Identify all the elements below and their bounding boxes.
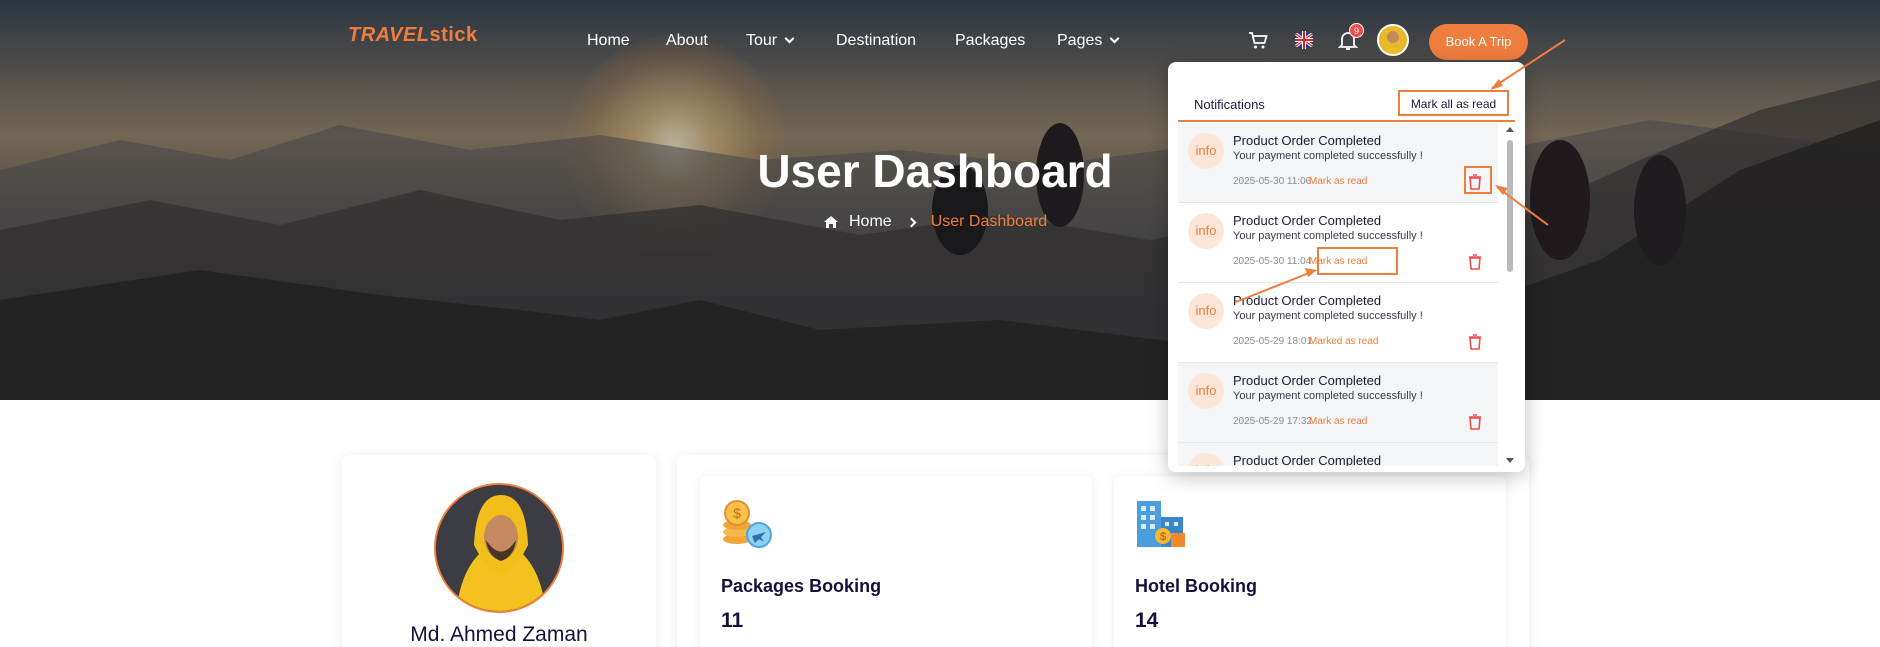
notifications-header: Notifications Mark all as read [1168, 88, 1525, 118]
notifications-scrollbar[interactable] [1505, 125, 1515, 465]
scroll-down-icon[interactable] [1505, 457, 1515, 465]
mark-as-read-button[interactable]: Mark as read [1309, 416, 1367, 427]
stat-value: 14 [1135, 609, 1159, 632]
notification-message: Your payment completed successfully ! [1233, 390, 1423, 402]
notification-message: Your payment completed successfully ! [1233, 230, 1423, 242]
scroll-up-icon[interactable] [1505, 125, 1515, 133]
logo-text-part1: TRAVEL [348, 24, 430, 46]
notification-title: Product Order Completed [1233, 453, 1382, 466]
delete-notification-button[interactable] [1464, 331, 1486, 353]
trash-icon [1469, 334, 1481, 350]
delete-notification-button[interactable] [1464, 251, 1486, 273]
notification-count-badge: 9 [1349, 23, 1364, 38]
notification-item[interactable]: info Product Order Completed [1178, 443, 1498, 466]
nav-tour-label: Tour [746, 32, 778, 49]
profile-name: Md. Ahmed Zaman [410, 623, 588, 646]
stat-title: Packages Booking [721, 576, 882, 596]
info-icon: info [1188, 293, 1224, 329]
notification-time: 2025-05-29 18:01 [1233, 336, 1312, 347]
stat-value: 11 [721, 609, 744, 632]
trash-icon [1469, 254, 1481, 270]
page-title: User Dashboard [757, 145, 1113, 197]
stat-card-hotel: $ Hotel Booking 14 [1114, 476, 1506, 647]
chevron-down-icon [1109, 33, 1120, 44]
delete-notification-button[interactable] [1464, 411, 1486, 433]
trash-icon [1469, 414, 1481, 430]
language-flag-icon[interactable] [1292, 28, 1316, 52]
nav-tour[interactable]: Tour [746, 32, 795, 50]
stat-title: Hotel Booking [1135, 576, 1257, 596]
scroll-thumb[interactable] [1507, 140, 1513, 272]
profile-avatar [434, 483, 564, 613]
notification-title: Product Order Completed [1233, 373, 1382, 388]
notification-title: Product Order Completed [1233, 213, 1382, 228]
notification-message: Your payment completed successfully ! [1233, 150, 1423, 162]
marked-as-read-label: Marked as read [1309, 336, 1379, 347]
notifications-title: Notifications [1194, 97, 1265, 112]
cart-icon[interactable] [1246, 28, 1270, 52]
book-a-trip-button[interactable]: Book A Trip [1429, 24, 1528, 60]
notification-item[interactable]: info Product Order Completed Your paymen… [1178, 283, 1498, 363]
notification-title: Product Order Completed [1233, 133, 1382, 148]
nav-packages[interactable]: Packages [955, 32, 1025, 50]
user-avatar[interactable] [1377, 24, 1409, 56]
nav-pages[interactable]: Pages [1057, 32, 1120, 50]
hotel-building-icon: $ [1137, 501, 1185, 547]
chevron-down-icon [784, 33, 795, 44]
stat-card-packages: $ Packages Booking 11 [700, 476, 1092, 647]
info-icon: info [1188, 453, 1224, 466]
notification-time: 2025-05-29 17:32 [1233, 416, 1312, 427]
nav-pages-label: Pages [1057, 32, 1103, 49]
home-icon [824, 216, 838, 228]
info-icon: info [1188, 133, 1224, 169]
svg-text:$: $ [733, 505, 741, 521]
nav-destination[interactable]: Destination [836, 32, 916, 50]
stats-panel: $ Packages Booking 11 $ Hotel Booking 14 [677, 455, 1529, 647]
info-icon: info [1188, 373, 1224, 409]
notifications-list: info Product Order Completed Your paymen… [1178, 123, 1498, 466]
mark-as-read-highlight-box [1317, 247, 1398, 275]
notifications-divider [1178, 120, 1515, 122]
coins-plane-icon: $ [723, 500, 772, 548]
svg-text:$: $ [1160, 531, 1166, 543]
breadcrumb-home[interactable]: Home [849, 213, 892, 231]
nav-home[interactable]: Home [587, 32, 630, 50]
mark-as-read-button[interactable]: Mark as read [1309, 176, 1367, 187]
notification-title: Product Order Completed [1233, 293, 1382, 308]
info-icon: info [1188, 213, 1224, 249]
notification-item[interactable]: info Product Order Completed Your paymen… [1178, 363, 1498, 443]
mark-all-read-button[interactable]: Mark all as read [1398, 90, 1509, 116]
chevron-right-icon [906, 217, 917, 227]
breadcrumb-current: User Dashboard [930, 213, 1048, 230]
breadcrumb: Home User Dashboard [823, 213, 1047, 231]
hero-overlay [0, 0, 1880, 400]
nav-about[interactable]: About [666, 32, 708, 50]
logo-text-part2: stick [429, 24, 478, 46]
site-logo[interactable]: TRAVELstick [348, 24, 478, 47]
profile-card: Md. Ahmed Zaman [342, 455, 656, 647]
notification-time: 2025-05-30 11:04 [1233, 256, 1312, 267]
notification-message: Your payment completed successfully ! [1233, 310, 1423, 322]
hero-banner [0, 0, 1880, 400]
notification-time: 2025-05-30 11:06 [1233, 176, 1312, 187]
notification-item[interactable]: info Product Order Completed Your paymen… [1178, 123, 1498, 203]
delete-highlight-box [1464, 166, 1492, 194]
